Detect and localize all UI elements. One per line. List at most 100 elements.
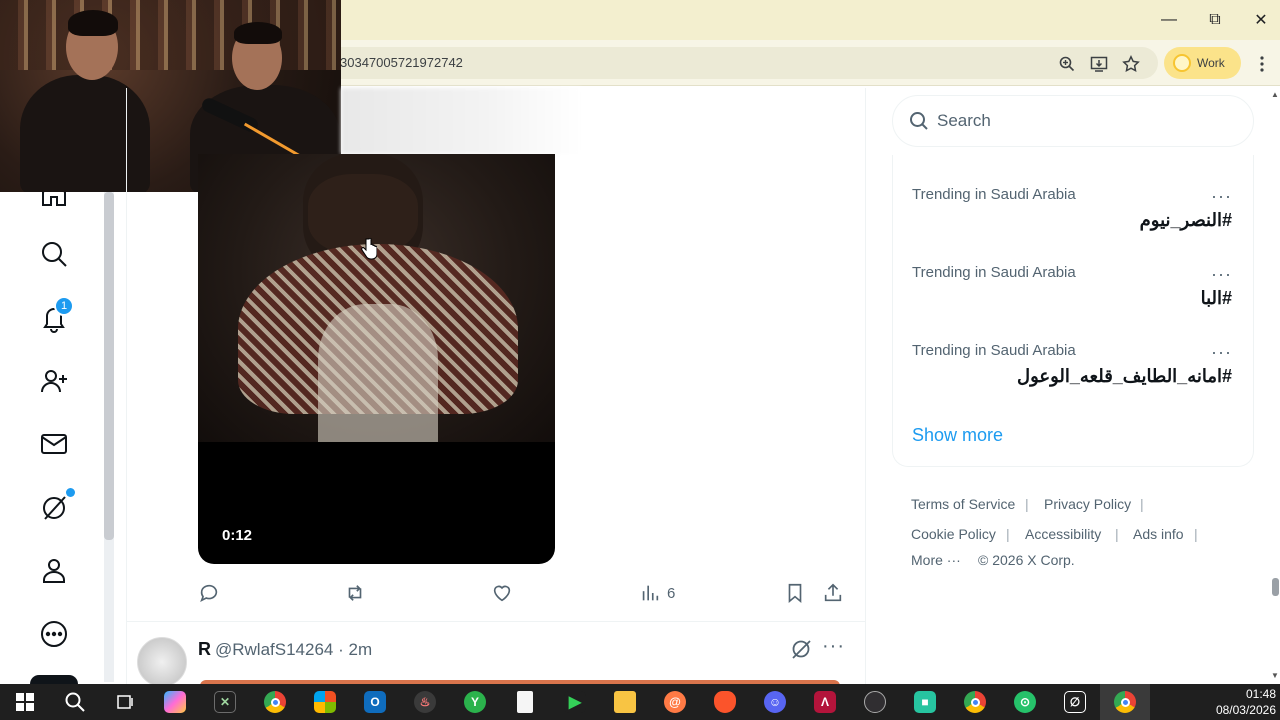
chrome-icon[interactable] [250,684,300,720]
zoom-icon[interactable] [1055,52,1079,76]
tool-icon[interactable]: ♨ [400,684,450,720]
spiral-icon[interactable]: @ [650,684,700,720]
footer-separator: | [1006,526,1010,542]
ads-info-link[interactable]: Ads info [1133,526,1184,542]
footer-separator: | [1115,526,1119,542]
scroll-down-arrow-icon[interactable]: ▼ [1271,671,1279,680]
clock-time: 01:48 [1245,687,1276,701]
reply-icon [200,584,218,603]
restore-icon[interactable]: ⧉ [1192,0,1238,40]
show-more-link[interactable]: Show more [912,425,1003,446]
trend-more-icon[interactable]: ··· [1211,342,1232,363]
brave-icon[interactable] [700,684,750,720]
profile-avatar [1173,54,1191,72]
task-view-icon[interactable] [100,684,150,720]
windows-start-icon[interactable] [0,684,50,720]
post-fab-button[interactable] [30,675,78,684]
trend-more-icon[interactable]: ··· [1211,264,1232,285]
app-a-icon[interactable]: Λ [800,684,850,720]
views-count: 6 [667,584,676,602]
play-icon[interactable]: ▶ [550,684,600,720]
repost-button[interactable] [344,580,366,606]
xbox-icon[interactable]: ✕ [200,684,250,720]
search-placeholder: Search [937,111,991,130]
trend-context: Trending in Saudi Arabia [912,342,1076,359]
footer-links: Terms of Service | Privacy Policy | Cook… [911,496,1251,578]
mouse-cursor [361,237,378,266]
share-button[interactable] [822,580,844,606]
heart-icon [493,585,511,602]
repost-icon [348,585,362,601]
chrome-icon[interactable] [950,684,1000,720]
next-post-handle[interactable]: @RwlafS14264 · 2m [215,640,372,660]
taskbar-search-icon[interactable] [50,684,100,720]
page-scrollbar-thumb[interactable] [1272,578,1279,596]
grok-indicator-dot [66,488,75,497]
bookmark-star-icon[interactable] [1119,52,1143,76]
privacy-link[interactable]: Privacy Policy [1044,496,1131,512]
grok-app-icon[interactable]: ∅ [1050,684,1100,720]
folder-icon[interactable] [600,684,650,720]
nav-scrollbar-thumb[interactable] [104,192,114,540]
trend-title[interactable]: #النصر_نيوم [1140,210,1232,231]
close-icon[interactable]: ✕ [1238,0,1280,40]
copilot-icon[interactable] [150,684,200,720]
home-icon[interactable] [34,192,74,210]
search-icon [910,112,928,130]
clock-date: 08/03/2026 [1215,703,1276,717]
reply-button[interactable] [198,580,220,606]
views-button[interactable]: 6 [639,580,675,606]
messages-mail-icon[interactable] [34,424,74,464]
profile-label: Work [1197,56,1225,70]
avatar[interactable] [137,637,187,687]
trend-more-icon[interactable]: ··· [1211,186,1232,207]
share-icon [824,583,842,602]
install-app-icon[interactable] [1087,52,1111,76]
video-timestamp: 0:12 [222,527,253,544]
like-button[interactable] [491,580,513,606]
trend-title[interactable]: #البا [1201,288,1232,309]
profile-button[interactable]: Work [1164,47,1241,79]
trend-context: Trending in Saudi Arabia [912,264,1076,281]
discord-icon[interactable]: ☺ [750,684,800,720]
footer-separator: | [1194,526,1198,542]
store-icon[interactable] [300,684,350,720]
trend-context: Trending in Saudi Arabia [912,186,1076,203]
windows-taskbar: ✕ O ♨ Y ▶ @ ☺ Λ ■ ⊙ ∅ [0,684,1280,720]
minimize-icon[interactable]: — [1146,0,1192,40]
cookie-link[interactable]: Cookie Policy [911,526,996,542]
hotspot-icon[interactable]: ⊙ [1000,684,1050,720]
accessibility-link[interactable]: Accessibility [1025,526,1101,542]
search-input[interactable]: Search [892,95,1254,147]
communities-add-user-icon[interactable] [34,361,74,401]
obs-icon[interactable] [850,684,900,720]
views-chart-icon [642,585,659,601]
video-frame [198,154,555,442]
footer-separator: | [1025,496,1029,512]
next-post-author-name[interactable]: R [198,639,211,660]
post-more-icon[interactable]: ··· [822,635,845,658]
outlook-icon[interactable]: O [350,684,400,720]
browser-menu-icon[interactable] [1250,52,1274,76]
notification-badge: 1 [54,296,74,316]
terms-link[interactable]: Terms of Service [911,496,1015,512]
feedly-icon[interactable]: Y [450,684,500,720]
bookmark-button[interactable] [784,580,806,606]
explore-search-icon[interactable] [34,234,74,274]
copyright: © 2026 X Corp. [978,552,1075,568]
system-clock[interactable]: 01:48 08/03/2026 [1196,686,1276,718]
profile-person-icon[interactable] [34,551,74,591]
chrome-active-icon[interactable] [1100,684,1150,720]
grok-explain-icon[interactable] [790,638,812,660]
scroll-up-arrow-icon[interactable]: ▲ [1271,90,1279,99]
footer-separator: | [1140,496,1144,512]
bookmark-icon [788,583,802,604]
video-player[interactable] [198,154,555,564]
post-divider [127,621,865,622]
trend-title[interactable]: #امانه_الطايف_قلعه_الوعول [1017,366,1232,387]
teams-icon[interactable]: ■ [900,684,950,720]
address-url: 30347005721972742 [340,55,463,70]
file-icon[interactable] [500,684,550,720]
more-circle-icon[interactable] [34,614,74,654]
more-link[interactable]: More ··· [911,552,961,568]
